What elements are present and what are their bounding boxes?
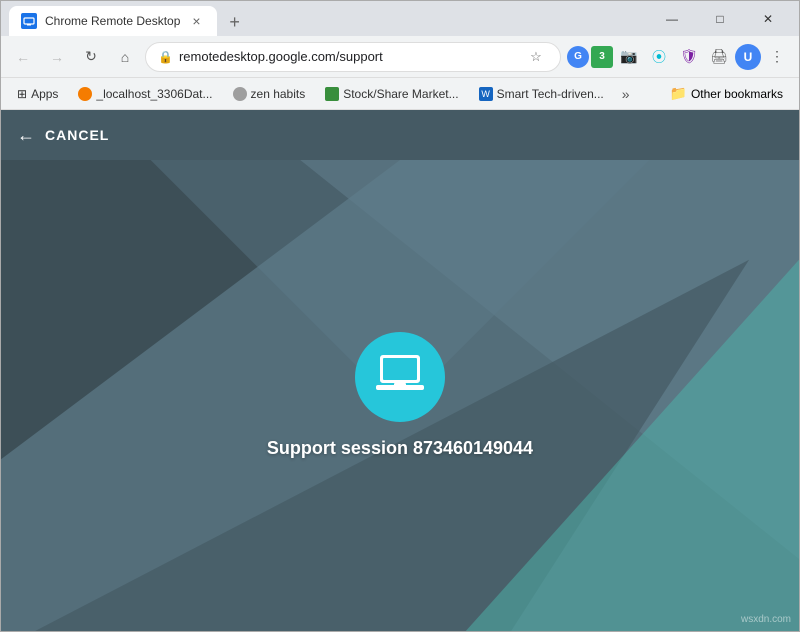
bookmark-zenhabits-icon	[233, 87, 247, 101]
bookmark-stock-icon	[325, 87, 339, 101]
tab-close-button[interactable]: ×	[188, 11, 204, 31]
addressbar: ← → ↻ ⌂ 🔒 remotedesktop.google.com/suppo…	[1, 36, 799, 78]
folder-icon: 📁	[670, 85, 687, 102]
extension-icon-2[interactable]: ⦿	[645, 43, 673, 71]
bookmarks-bar: ⊞ Apps _localhost_3306Dat... zen habits …	[1, 78, 799, 110]
forward-button[interactable]: →	[43, 43, 71, 71]
extension-icon-4[interactable]: 🖨	[705, 43, 733, 71]
home-icon: ⌂	[121, 49, 129, 65]
browser-window: Chrome Remote Desktop × + — □ ✕ ← → ↻ ⌂ …	[0, 0, 800, 632]
back-arrow-icon: ←	[17, 125, 35, 146]
bookmark-localhost[interactable]: _localhost_3306Dat...	[70, 85, 220, 103]
tab-favicon	[21, 13, 37, 29]
bookmark-stock[interactable]: Stock/Share Market...	[317, 85, 466, 103]
active-tab[interactable]: Chrome Remote Desktop ×	[9, 6, 217, 36]
window-controls: — □ ✕	[649, 3, 791, 35]
bookmark-smarttech-label: Smart Tech-driven...	[497, 87, 604, 101]
tab-area: Chrome Remote Desktop × +	[9, 1, 649, 36]
extension-icon-1[interactable]: 3	[591, 46, 613, 68]
other-bookmarks-label: Other bookmarks	[691, 87, 783, 101]
camera-icon[interactable]: 📷	[615, 43, 643, 71]
minimize-button[interactable]: —	[649, 3, 695, 35]
bookmark-zenhabits-label: zen habits	[251, 87, 306, 101]
forward-icon: →	[50, 49, 64, 65]
back-button[interactable]: ←	[9, 43, 37, 71]
main-area: Support session 873460149044 wsxdn.com	[1, 160, 799, 631]
more-button[interactable]: ⋮	[763, 43, 791, 71]
extension-icon-3[interactable]: 🛡	[675, 43, 703, 71]
apps-grid-icon: ⊞	[17, 87, 27, 101]
bookmark-apps-label: Apps	[31, 87, 58, 101]
url-bar[interactable]: 🔒 remotedesktop.google.com/support ☆	[145, 42, 561, 72]
titlebar: Chrome Remote Desktop × + — □ ✕	[1, 1, 799, 36]
bookmark-smarttech[interactable]: W Smart Tech-driven...	[471, 85, 612, 103]
cancel-back-button[interactable]: ←	[17, 125, 35, 146]
bookmark-localhost-label: _localhost_3306Dat...	[96, 87, 212, 101]
refresh-button[interactable]: ↻	[77, 43, 105, 71]
bookmark-localhost-icon	[78, 87, 92, 101]
laptop-icon	[374, 353, 426, 402]
close-button[interactable]: ✕	[745, 3, 791, 35]
page-content: ← CANCEL	[1, 110, 799, 631]
other-bookmarks-button[interactable]: 📁 Other bookmarks	[662, 83, 791, 104]
profile-avatar[interactable]: U	[735, 44, 761, 70]
laptop-circle	[355, 332, 445, 422]
maximize-button[interactable]: □	[697, 3, 743, 35]
google-apps-icon[interactable]: G	[567, 46, 589, 68]
refresh-icon: ↻	[85, 48, 97, 65]
center-content: Support session 873460149044	[267, 332, 533, 459]
bookmark-star-button[interactable]: ☆	[524, 45, 548, 69]
new-tab-button[interactable]: +	[221, 8, 249, 36]
tab-title: Chrome Remote Desktop	[45, 14, 180, 28]
watermark: wsxdn.com	[741, 614, 791, 625]
bookmark-apps[interactable]: ⊞ Apps	[9, 85, 66, 103]
lock-icon: 🔒	[158, 50, 173, 64]
url-actions: ☆	[524, 45, 548, 69]
back-icon: ←	[16, 49, 30, 65]
url-text: remotedesktop.google.com/support	[179, 49, 518, 64]
cancel-bar: ← CANCEL	[1, 110, 799, 160]
toolbar-icons: G 3 📷 ⦿ 🛡 🖨 U ⋮	[567, 43, 791, 71]
cancel-label[interactable]: CANCEL	[45, 127, 109, 143]
bookmarks-more-button[interactable]: »	[616, 84, 636, 104]
bookmark-smarttech-icon: W	[479, 87, 493, 101]
home-button[interactable]: ⌂	[111, 43, 139, 71]
bookmark-stock-label: Stock/Share Market...	[343, 87, 458, 101]
session-text: Support session 873460149044	[267, 438, 533, 459]
bookmark-zenhabits[interactable]: zen habits	[225, 85, 314, 103]
